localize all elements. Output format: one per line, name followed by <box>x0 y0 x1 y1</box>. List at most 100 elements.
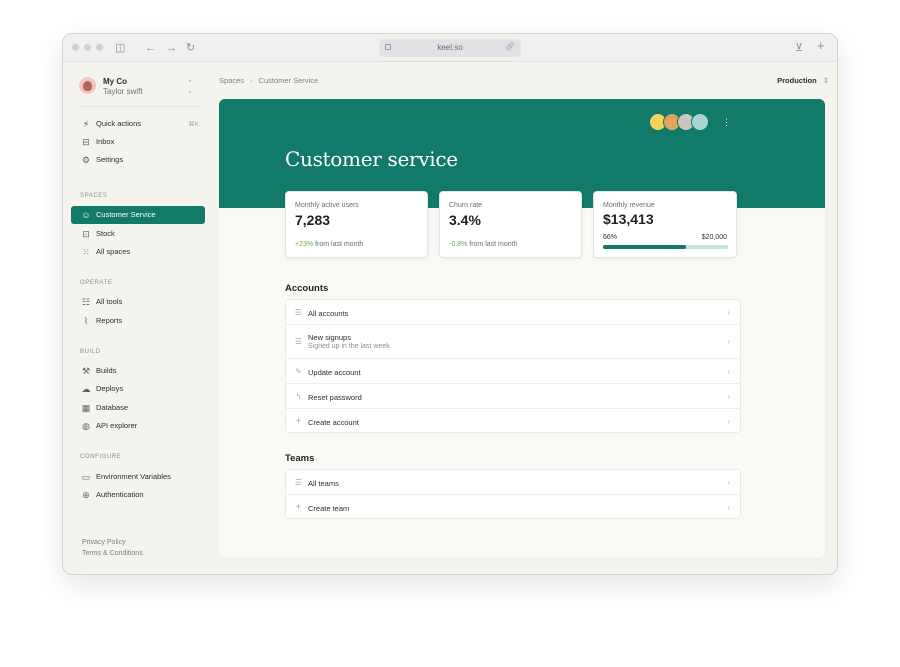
list-item-update-account[interactable]: ✎ Update account › <box>286 359 740 384</box>
gear-icon: ⚙ <box>81 155 91 165</box>
browser-toolbar: ◫ ← → ↻ keel.so 🔗︎ ⊻ + <box>63 34 837 62</box>
shortcut-hint: ⌘K <box>188 121 199 128</box>
chevron-right-icon: › <box>727 337 730 346</box>
list-item-subtitle: Signed up in the last week <box>308 343 390 350</box>
member-avatars[interactable] <box>649 113 711 133</box>
sidebar-item-reports[interactable]: ⌇ Reports <box>71 312 205 330</box>
sidebar-item-environment-variables[interactable]: ▭ Environment Variables <box>71 468 205 486</box>
breadcrumb: Spaces › Customer Service <box>219 76 318 85</box>
minimize-window-dot[interactable] <box>84 44 91 51</box>
divider <box>79 106 199 107</box>
delta-value: +23% <box>295 241 314 248</box>
breadcrumb-spaces[interactable]: Spaces <box>219 76 244 85</box>
space-panel: ⋮ Customer service Monthly active users … <box>219 99 825 558</box>
sidebar-item-api-explorer[interactable]: ◍ API explorer <box>71 417 205 435</box>
sidebar-toggle-icon[interactable]: ◫ <box>115 40 125 56</box>
chart-icon: ⌇ <box>83 316 89 326</box>
stat-label: Monthly revenue <box>603 202 655 209</box>
sidebar-item-inbox[interactable]: ⊟ Inbox <box>71 133 205 151</box>
org-name: My Co <box>103 77 127 86</box>
list-item-all-teams[interactable]: ☰ All teams › <box>286 470 740 495</box>
inbox-icon: ⊟ <box>82 137 90 147</box>
avatar <box>691 113 709 131</box>
sidebar-item-deploys[interactable]: ☁ Deploys <box>71 380 205 398</box>
list-item-label: All accounts <box>308 309 349 318</box>
page-title: Customer service <box>285 147 458 171</box>
chevron-up-down-icon: ⇕ <box>822 76 829 85</box>
section-label-operate: OPERATE <box>80 280 113 286</box>
sidebar-item-label: Customer Service <box>96 210 156 219</box>
variables-icon: ▭ <box>81 472 91 482</box>
sidebar-item-all-spaces[interactable]: ⁙ All spaces <box>71 243 205 261</box>
stat-card-churn-rate: Churn rate 3.4% -0.8% from last month <box>439 191 582 258</box>
sidebar-item-settings[interactable]: ⚙ Settings <box>71 151 205 169</box>
section-label-spaces: SPACES <box>80 193 108 199</box>
close-window-dot[interactable] <box>72 44 79 51</box>
chevron-right-icon: › <box>250 76 253 85</box>
teams-list: ☰ All teams › + Create team › <box>285 469 741 519</box>
stat-delta: -0.8% from last month <box>449 241 518 248</box>
list-item-create-account[interactable]: + Create account › <box>286 409 740 434</box>
stat-card-active-users: Monthly active users 7,283 +23% from las… <box>285 191 428 258</box>
lock-icon: ⊕ <box>82 490 90 500</box>
section-label-build: BUILD <box>80 349 101 355</box>
zoom-window-dot[interactable] <box>96 44 103 51</box>
sidebar-item-authentication[interactable]: ⊕ Authentication <box>71 486 205 504</box>
lightning-icon: ϟ <box>296 392 301 401</box>
chevron-right-icon: › <box>727 478 730 487</box>
section-label-configure: CONFIGURE <box>80 454 122 460</box>
org-switcher[interactable]: My Co Taylor swift ⌃ ⌄ <box>79 75 201 101</box>
forward-arrow-icon[interactable]: → <box>166 40 177 56</box>
gamepad-icon: ⊡ <box>82 229 90 239</box>
tools-list-icon: ☷ <box>81 297 91 307</box>
progress-fill <box>603 245 686 249</box>
sidebar-item-all-tools[interactable]: ☷ All tools <box>71 293 205 311</box>
avatar <box>79 77 96 94</box>
reload-icon[interactable]: ↻ <box>186 40 195 56</box>
list-item-new-signups[interactable]: ☰ New signups Signed up in the last week… <box>286 325 740 359</box>
address-bar[interactable]: keel.so 🔗︎ <box>379 39 521 57</box>
more-options-icon[interactable]: ⋮ <box>722 117 731 128</box>
sidebar-item-database[interactable]: ▦ Database <box>71 399 205 417</box>
sidebar-item-label: Builds <box>96 366 117 375</box>
download-icon[interactable]: ⊻ <box>795 40 803 56</box>
revenue-progress-bar <box>603 245 728 249</box>
environment-selector[interactable]: Production ⇕ <box>777 76 829 85</box>
link-icon[interactable]: 🔗︎ <box>505 42 515 51</box>
sidebar: My Co Taylor swift ⌃ ⌄ ⚡︎ Quick actions ⌘… <box>63 62 213 574</box>
back-arrow-icon[interactable]: ← <box>145 40 156 56</box>
accounts-heading: Accounts <box>285 283 329 294</box>
new-tab-icon[interactable]: + <box>817 38 825 54</box>
globe-search-icon: ◍ <box>82 421 90 431</box>
environment-label: Production <box>777 76 817 85</box>
sidebar-item-label: API explorer <box>96 421 138 430</box>
pencil-icon: ✎ <box>295 367 302 376</box>
stat-delta: +23% from last month <box>295 241 363 248</box>
list-item-all-accounts[interactable]: ☰ All accounts › <box>286 300 740 325</box>
sidebar-item-stock[interactable]: ⊡ Stock <box>71 225 205 243</box>
progress-label: 66% <box>603 234 618 241</box>
privacy-policy-link[interactable]: Privacy Policy <box>82 539 126 546</box>
stat-value: $13,413 <box>603 211 654 227</box>
sidebar-item-label: Settings <box>96 155 124 164</box>
list-icon: ☰ <box>294 308 303 317</box>
chevron-right-icon: › <box>727 503 730 512</box>
smiley-icon: ☺ <box>81 210 91 220</box>
list-item-label: Create account <box>308 418 359 427</box>
delta-suffix: from last month <box>469 241 518 248</box>
terms-link[interactable]: Terms & Conditions <box>82 550 143 557</box>
list-item-reset-password[interactable]: ϟ Reset password › <box>286 384 740 409</box>
sidebar-item-label: Database <box>96 403 129 412</box>
address-url: keel.so <box>437 43 463 52</box>
sidebar-item-quick-actions[interactable]: ⚡︎ Quick actions ⌘K <box>71 115 205 133</box>
sidebar-item-label: All spaces <box>96 247 131 256</box>
sidebar-item-customer-service[interactable]: ☺ Customer Service <box>71 206 205 224</box>
list-item-create-team[interactable]: + Create team › <box>286 495 740 520</box>
cloud-icon: ☁ <box>81 384 91 394</box>
plus-icon: + <box>295 416 302 427</box>
grid-dots-icon: ⁙ <box>82 247 90 257</box>
sidebar-item-builds[interactable]: ⚒ Builds <box>71 362 205 380</box>
stat-value: 3.4% <box>449 212 481 228</box>
browser-window: ◫ ← → ↻ keel.so 🔗︎ ⊻ + My Co Taylor swif… <box>62 33 838 575</box>
stat-value: 7,283 <box>295 212 331 228</box>
